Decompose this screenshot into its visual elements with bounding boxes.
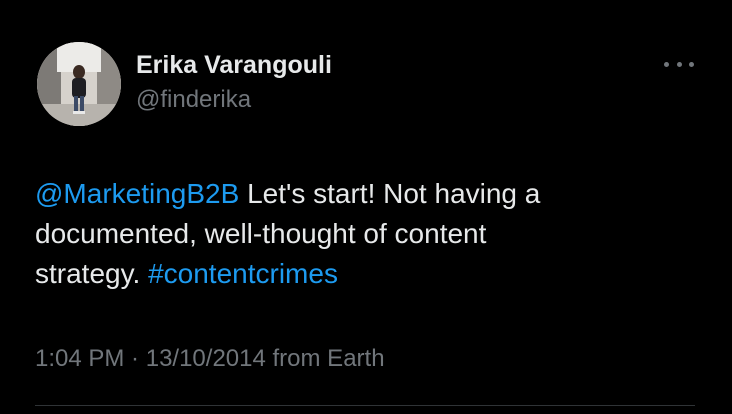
- tweet-text-line-3: strategy.: [35, 258, 149, 289]
- hashtag-link[interactable]: #contentcrimes: [148, 258, 338, 289]
- tweet-date[interactable]: 13/10/2014: [146, 345, 266, 372]
- tweet-card: Erika Varangouli @finderika @MarketingB2…: [0, 0, 732, 414]
- tweet-text-line-2: documented, well-thought of content: [35, 218, 487, 249]
- divider: [35, 405, 695, 406]
- author-display-name[interactable]: Erika Varangouli: [136, 51, 332, 80]
- more-dot: [676, 61, 682, 67]
- tweet-text: @MarketingB2B Let's start! Not having a …: [35, 174, 685, 294]
- tweet-meta: 1:04 PM · 13/10/2014 from Earth: [35, 345, 385, 373]
- tweet-time[interactable]: 1:04 PM: [35, 345, 124, 372]
- more-horizontal-icon[interactable]: [664, 54, 694, 74]
- avatar-photo: [37, 42, 121, 126]
- more-dot: [664, 61, 669, 67]
- avatar[interactable]: [37, 42, 121, 126]
- meta-separator: ·: [124, 345, 146, 372]
- author-handle[interactable]: @finderika: [136, 86, 251, 114]
- tweet-text-line-1: Let's start! Not having a: [239, 178, 541, 209]
- tweet-source: from Earth: [265, 345, 385, 372]
- more-dot: [689, 61, 694, 67]
- mention-link[interactable]: @MarketingB2B: [35, 178, 239, 209]
